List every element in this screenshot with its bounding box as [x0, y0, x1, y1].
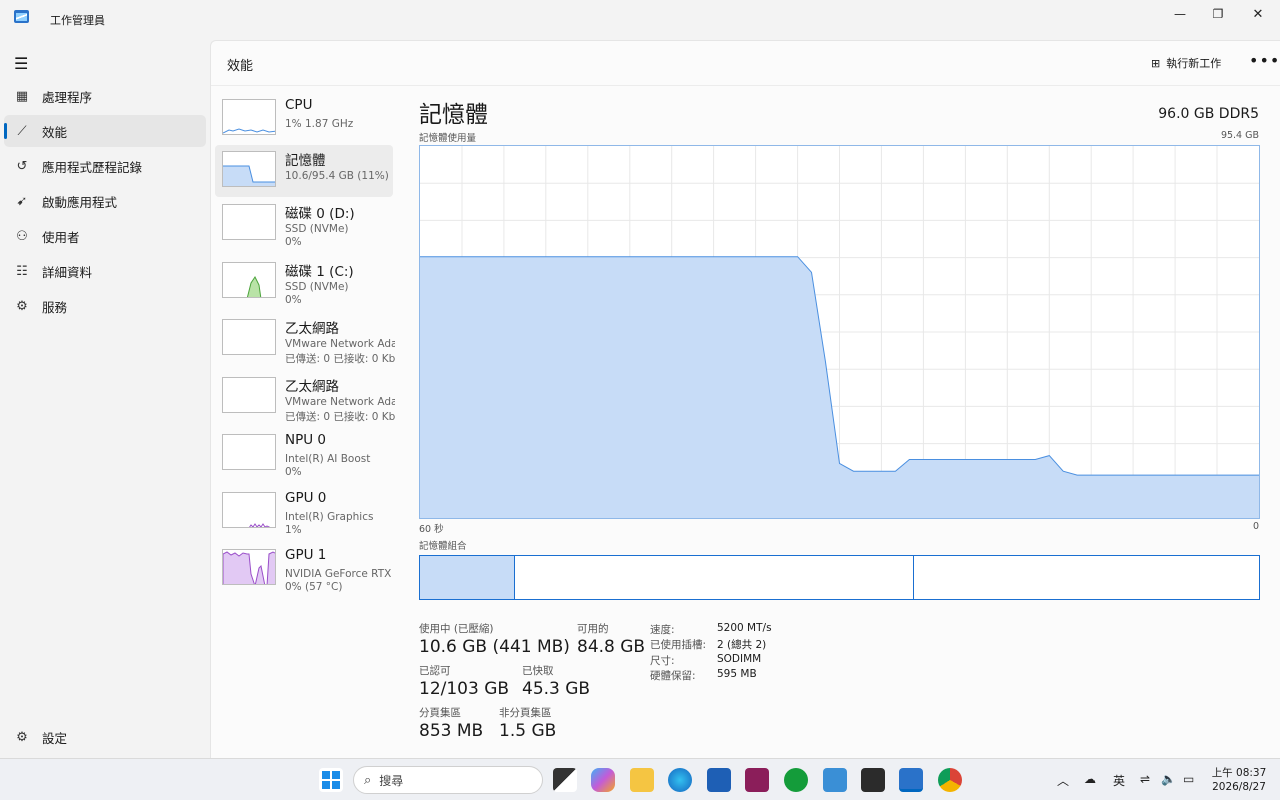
ime-indicator[interactable]: 英 [1113, 772, 1125, 789]
task-manager-taskbar-icon[interactable] [899, 768, 923, 792]
task-view-icon[interactable] [553, 768, 577, 792]
usage-label: 記憶體使用量 [419, 133, 477, 144]
terminal-icon[interactable] [861, 768, 885, 792]
copilot-icon[interactable] [591, 768, 615, 792]
navigation-pane: ☰ ▦ 處理程序 ⟋ 效能 ↺ 應用程式歷程記錄 ➹ 啟動應用程式 ⚇ 使用者 ☷ 詳細資料… [0, 40, 210, 758]
nav-users[interactable]: ⚇ 使用者 [4, 220, 206, 252]
gpu0-mini-graph [222, 492, 276, 528]
ethernet1-mini-graph [222, 319, 276, 355]
nav-processes[interactable]: ▦ 處理程序 [4, 80, 206, 112]
device-disk-0[interactable]: 磁碟 0 (D:) SSD (NVMe) 0% [215, 198, 393, 250]
windows-start-icon[interactable] [319, 768, 343, 792]
gpu1-mini-graph [222, 549, 276, 585]
nav-startup-apps[interactable]: ➹ 啟動應用程式 [4, 185, 206, 217]
history-icon: ↺ [16, 158, 28, 174]
stat-paged-pool: 分頁集區 853 MB [419, 707, 484, 741]
nav-app-history[interactable]: ↺ 應用程式歷程記錄 [4, 150, 206, 182]
ethernet2-mini-graph [222, 377, 276, 413]
main-panel: 效能 ⊞ 執行新工作 ••• CPU 1% 1.87 GHz 記憶體 10.6/… [210, 40, 1280, 758]
disk0-mini-graph [222, 204, 276, 240]
stat-available: 可用的 84.8 GB [577, 623, 646, 657]
memory-spec: 96.0 GB DDR5 [1158, 106, 1259, 122]
npu-mini-graph [222, 434, 276, 470]
nav-services[interactable]: ⚙ 服務 [4, 290, 206, 322]
device-cpu[interactable]: CPU 1% 1.87 GHz [215, 93, 393, 145]
disk1-mini-graph [222, 262, 276, 298]
search-icon: ⌕ [364, 772, 372, 788]
memory-usage-graph [419, 145, 1260, 519]
page-title: 效能 [227, 59, 254, 74]
more-options-button[interactable]: ••• [1249, 51, 1280, 70]
taskbar: ⌕ 搜尋 ︿ ☁ 英 ⇌ 🔈 ▭ 上午 08:37 2026/8/27 [0, 758, 1280, 800]
stat-cached: 已快取 45.3 GB [522, 665, 591, 699]
max-label: 95.4 GB [1220, 130, 1259, 141]
photos-icon[interactable] [823, 768, 847, 792]
close-button[interactable]: ✕ [1235, 0, 1280, 28]
stat-nonpaged-pool: 非分頁集區 1.5 GB [499, 707, 557, 741]
stat-in-use: 使用中 (已壓縮) 10.6 GB (441 MB) [419, 623, 570, 657]
run-new-task-button[interactable]: ⊞ 執行新工作 [1151, 55, 1221, 71]
processes-icon: ▦ [15, 88, 29, 104]
cpu-mini-graph [222, 99, 276, 135]
edge-browser-icon[interactable] [668, 768, 692, 792]
nav-performance[interactable]: ⟋ 效能 [4, 115, 206, 147]
cloud-offline-icon[interactable]: ☁ [1084, 772, 1096, 786]
xbox-icon[interactable] [784, 768, 808, 792]
memory-heading: 記憶體 [419, 102, 488, 128]
device-ethernet-2[interactable]: 乙太網路 VMware Network Adapter 已傳送: 0 已接收: … [215, 371, 395, 423]
volume-muted-icon[interactable]: 🔈 [1161, 772, 1176, 786]
time-axis-right: 0 [1252, 521, 1259, 532]
tray-chevron-up-icon[interactable]: ︿ [1057, 772, 1069, 789]
app-icon[interactable] [745, 768, 769, 792]
memory-usage-chart [420, 146, 1259, 518]
memory-composition-bar [419, 555, 1260, 600]
nav-settings[interactable]: ⚙ 設定 [4, 721, 206, 753]
title-bar: 工作管理員 — ❐ ✕ [0, 0, 1280, 40]
device-gpu-1[interactable]: GPU 1 NVIDIA GeForce RTX 5070 Ti 0% (57 … [215, 543, 395, 595]
battery-icon[interactable]: ▭ [1183, 772, 1194, 786]
device-npu-0[interactable]: NPU 0 Intel(R) AI Boost 0% [215, 428, 393, 480]
header-divider [211, 85, 1280, 86]
device-memory[interactable]: 記憶體 10.6/95.4 GB (11%) [215, 145, 393, 197]
services-icon: ⚙ [16, 298, 28, 314]
performance-icon: ⟋ [17, 123, 27, 139]
store-icon[interactable] [707, 768, 731, 792]
chrome-icon[interactable] [938, 768, 962, 792]
new-task-icon: ⊞ [1151, 56, 1161, 70]
device-ethernet-1[interactable]: 乙太網路 VMware Network Adapter 已傳送: 0 已接收: … [215, 313, 395, 365]
memory-mini-graph [222, 151, 276, 187]
window-title: 工作管理員 [50, 14, 105, 27]
taskbar-search[interactable]: ⌕ 搜尋 [353, 766, 543, 794]
details-icon: ☷ [16, 263, 28, 279]
composition-label: 記憶體組合 [419, 541, 467, 552]
file-explorer-icon[interactable] [630, 768, 654, 792]
nav-details[interactable]: ☷ 詳細資料 [4, 255, 206, 287]
device-disk-1[interactable]: 磁碟 1 (C:) SSD (NVMe) 0% [215, 256, 393, 308]
clock[interactable]: 上午 08:37 2026/8/27 [1206, 766, 1272, 794]
time-axis-left: 60 秒 [419, 524, 444, 535]
hamburger-icon[interactable]: ☰ [14, 54, 28, 73]
device-gpu-0[interactable]: GPU 0 Intel(R) Graphics 1% [215, 486, 393, 538]
task-manager-icon [14, 10, 29, 23]
settings-gear-icon: ⚙ [16, 729, 28, 745]
network-icon[interactable]: ⇌ [1140, 772, 1150, 786]
startup-icon: ➹ [16, 193, 28, 209]
composition-in-use [420, 556, 515, 599]
composition-separator [913, 556, 914, 599]
stat-committed: 已認可 12/103 GB [419, 665, 510, 699]
users-icon: ⚇ [16, 228, 28, 244]
